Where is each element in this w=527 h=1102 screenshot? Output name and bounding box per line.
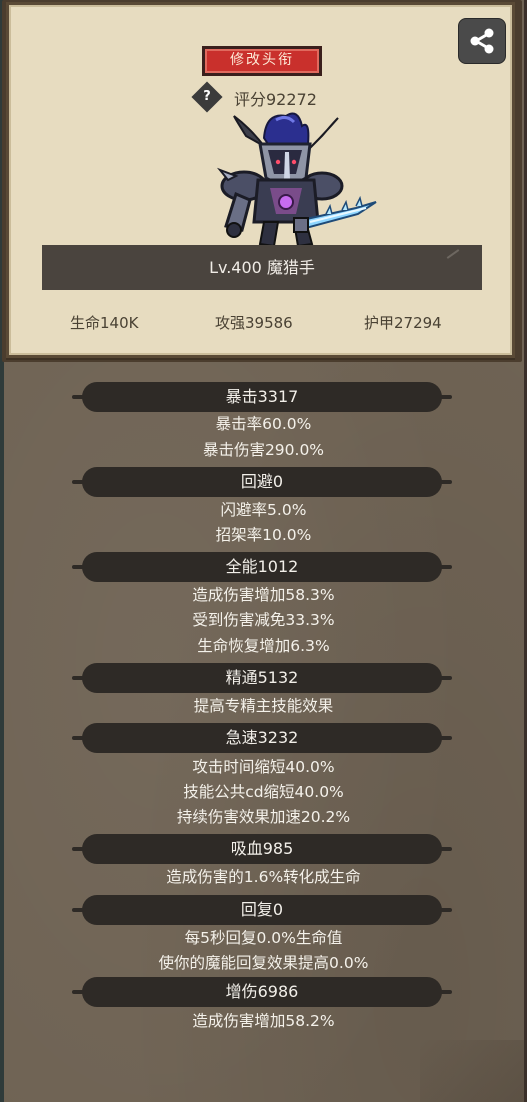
attr-line: 持续伤害效果加速20.2% bbox=[176, 808, 351, 826]
attr-line: 造成伤害增加58.3% bbox=[192, 586, 335, 604]
attr-header-haste: 急速3232 bbox=[72, 723, 452, 753]
attr-line: 每5秒回复0.0%生命值 bbox=[184, 929, 343, 947]
attr-line: 闪避率5.0% bbox=[220, 501, 307, 519]
attr-line: 暴击率60.0% bbox=[215, 415, 312, 433]
attr-header-versatility: 全能1012 bbox=[72, 552, 452, 582]
stat-hp: 生命140K bbox=[70, 314, 139, 332]
attr-line: 攻击时间缩短40.0% bbox=[192, 758, 335, 776]
attr-line: 受到伤害减免33.3% bbox=[192, 611, 335, 629]
attr-line: 造成伤害增加58.2% bbox=[192, 1012, 335, 1030]
share-button[interactable] bbox=[458, 18, 506, 64]
attr-header-avoid: 回避0 bbox=[72, 467, 452, 497]
stat-attack-power: 攻强39586 bbox=[215, 314, 293, 332]
attr-line: 提高专精主技能效果 bbox=[193, 697, 334, 715]
attr-line: 造成伤害的1.6%转化成生命 bbox=[166, 868, 361, 886]
stat-armor: 护甲27294 bbox=[364, 314, 442, 332]
hero-character bbox=[216, 112, 377, 248]
edit-title-button[interactable]: 修改头衔 bbox=[202, 46, 322, 76]
attr-header-regen: 回复0 bbox=[72, 895, 452, 925]
attr-header-crit: 暴击3317 bbox=[72, 382, 452, 412]
share-icon bbox=[470, 28, 494, 54]
attr-line: 暴击伤害290.0% bbox=[202, 441, 325, 459]
corner-shading bbox=[420, 1040, 527, 1102]
hero-level-name: Lv.400 魔猎手 bbox=[42, 245, 482, 290]
score-text: 评分92272 bbox=[234, 90, 317, 109]
attr-header-damage-bonus: 增伤6986 bbox=[72, 977, 452, 1007]
help-symbol: ? bbox=[203, 89, 211, 104]
question-icon[interactable]: ? bbox=[191, 81, 223, 113]
attr-line: 技能公共cd缩短40.0% bbox=[183, 783, 344, 801]
attr-line: 招架率10.0% bbox=[215, 526, 312, 544]
attr-header-lifesteal: 吸血985 bbox=[72, 834, 452, 864]
attr-line: 生命恢复增加6.3% bbox=[197, 637, 330, 655]
attr-header-mastery: 精通5132 bbox=[72, 663, 452, 693]
attr-line: 使你的魔能回复效果提高0.0% bbox=[158, 954, 369, 972]
